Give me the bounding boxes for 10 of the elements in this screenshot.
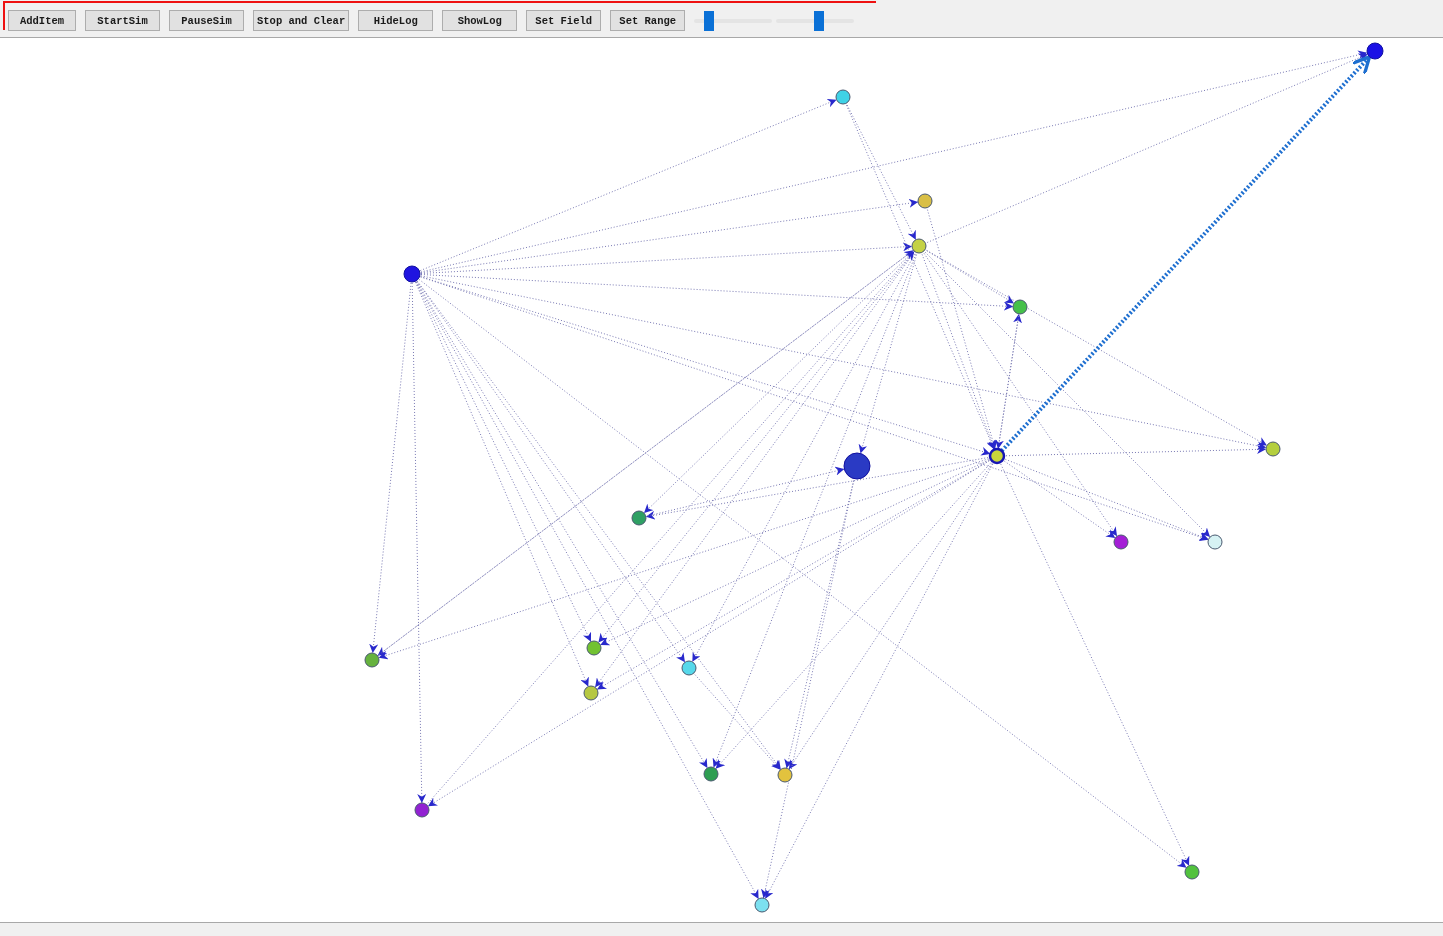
toolbar-button[interactable]: HideLog: [358, 10, 434, 31]
toolbar-button[interactable]: Set Field: [526, 10, 602, 31]
toolbar-button[interactable]: StartSim: [85, 10, 160, 31]
toolbar-button[interactable]: ShowLog: [442, 10, 518, 31]
slider-thumb[interactable]: [813, 10, 824, 31]
toolbar-button[interactable]: PauseSim: [169, 10, 244, 31]
toolbar-button[interactable]: Stop and Clear: [253, 10, 350, 31]
slider-thumb[interactable]: [704, 10, 715, 31]
toolbar-button[interactable]: AddItem: [8, 10, 76, 31]
toolbar-button[interactable]: Set Range: [610, 10, 686, 31]
